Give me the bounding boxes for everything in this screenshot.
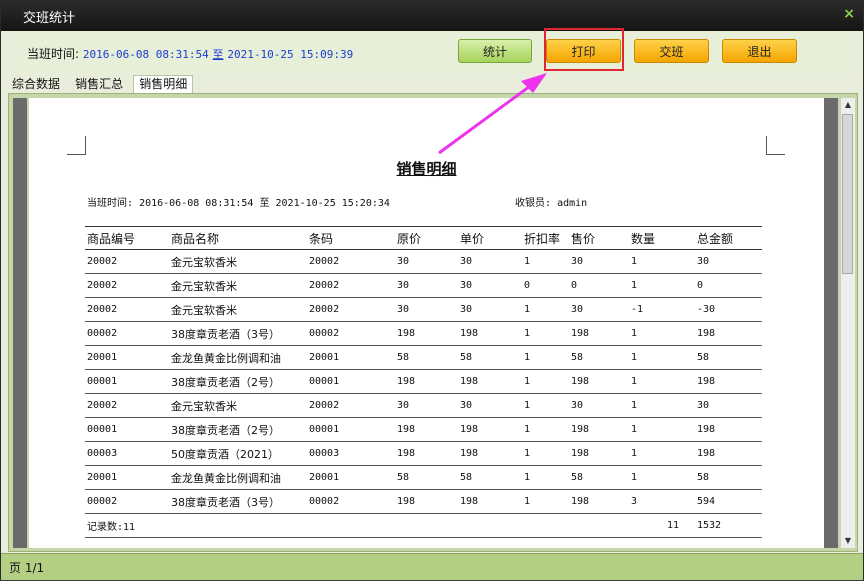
status-bar: 页 1/1 — [1, 553, 863, 580]
shift-stats-window: 交班统计 × 当班时间: 2016-06-08 08:31:54 至 2021-… — [0, 0, 864, 580]
page-indicator: 页 1/1 — [9, 561, 45, 575]
arrow-shaft — [438, 79, 538, 155]
annotation-arrow — [438, 73, 547, 155]
